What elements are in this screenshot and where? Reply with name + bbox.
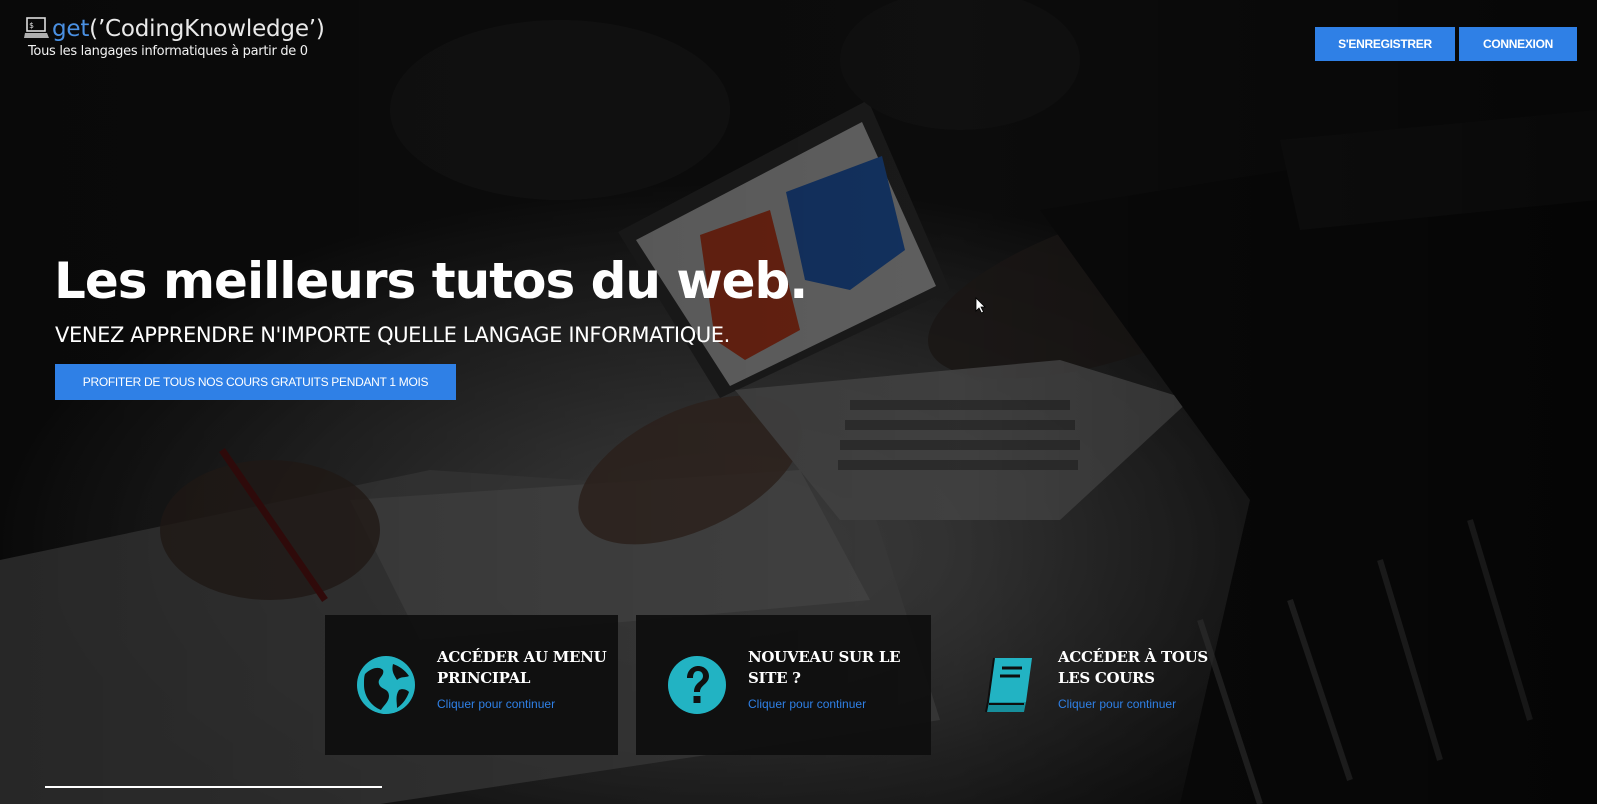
card-title: ACCÉDER À TOUS LES COURS bbox=[1058, 648, 1208, 687]
mouse-cursor-icon bbox=[975, 297, 986, 314]
register-button[interactable]: S'ENREGISTRER bbox=[1315, 27, 1455, 61]
brand-rest: (’CodingKnowledge’) bbox=[89, 16, 325, 42]
landing-page: $ get(’CodingKnowledge’) Tous les langag… bbox=[0, 0, 1597, 804]
hero-subtitle: VENEZ APPRENDRE N'IMPORTE QUELLE LANGAGE… bbox=[55, 323, 730, 347]
free-trial-button[interactable]: PROFITER DE TOUS NOS COURS GRATUITS PEND… bbox=[55, 364, 456, 400]
site-brand[interactable]: $ get(’CodingKnowledge’) Tous les langag… bbox=[24, 16, 325, 59]
card-link[interactable]: Cliquer pour continuer bbox=[748, 697, 918, 711]
brand-name: get(’CodingKnowledge’) bbox=[52, 16, 325, 42]
card-link[interactable]: Cliquer pour continuer bbox=[437, 697, 607, 711]
book-icon bbox=[985, 657, 1032, 713]
login-button[interactable]: CONNEXION bbox=[1459, 27, 1577, 61]
globe-icon bbox=[357, 656, 415, 714]
card-all-courses[interactable]: ACCÉDER À TOUS LES COURS Cliquer pour co… bbox=[946, 615, 1241, 755]
card-title: NOUVEAU SUR LE SITE ? bbox=[748, 648, 901, 687]
bottom-divider bbox=[45, 786, 382, 788]
card-link[interactable]: Cliquer pour continuer bbox=[1058, 697, 1228, 711]
laptop-logo-icon: $ bbox=[24, 17, 49, 38]
card-new-user[interactable]: NOUVEAU SUR LE SITE ? Cliquer pour conti… bbox=[636, 615, 931, 755]
brand-tagline: Tous les langages informatiques à partir… bbox=[28, 44, 308, 59]
auth-buttons: S'ENREGISTRER CONNEXION bbox=[1315, 27, 1577, 61]
hero-title: Les meilleurs tutos du web. bbox=[54, 252, 808, 310]
svg-text:$: $ bbox=[29, 21, 34, 30]
brand-prefix: get bbox=[52, 16, 90, 42]
card-title: ACCÉDER AU MENU PRINCIPAL bbox=[437, 648, 607, 687]
question-icon bbox=[668, 656, 726, 714]
card-main-menu[interactable]: ACCÉDER AU MENU PRINCIPAL Cliquer pour c… bbox=[325, 615, 618, 755]
